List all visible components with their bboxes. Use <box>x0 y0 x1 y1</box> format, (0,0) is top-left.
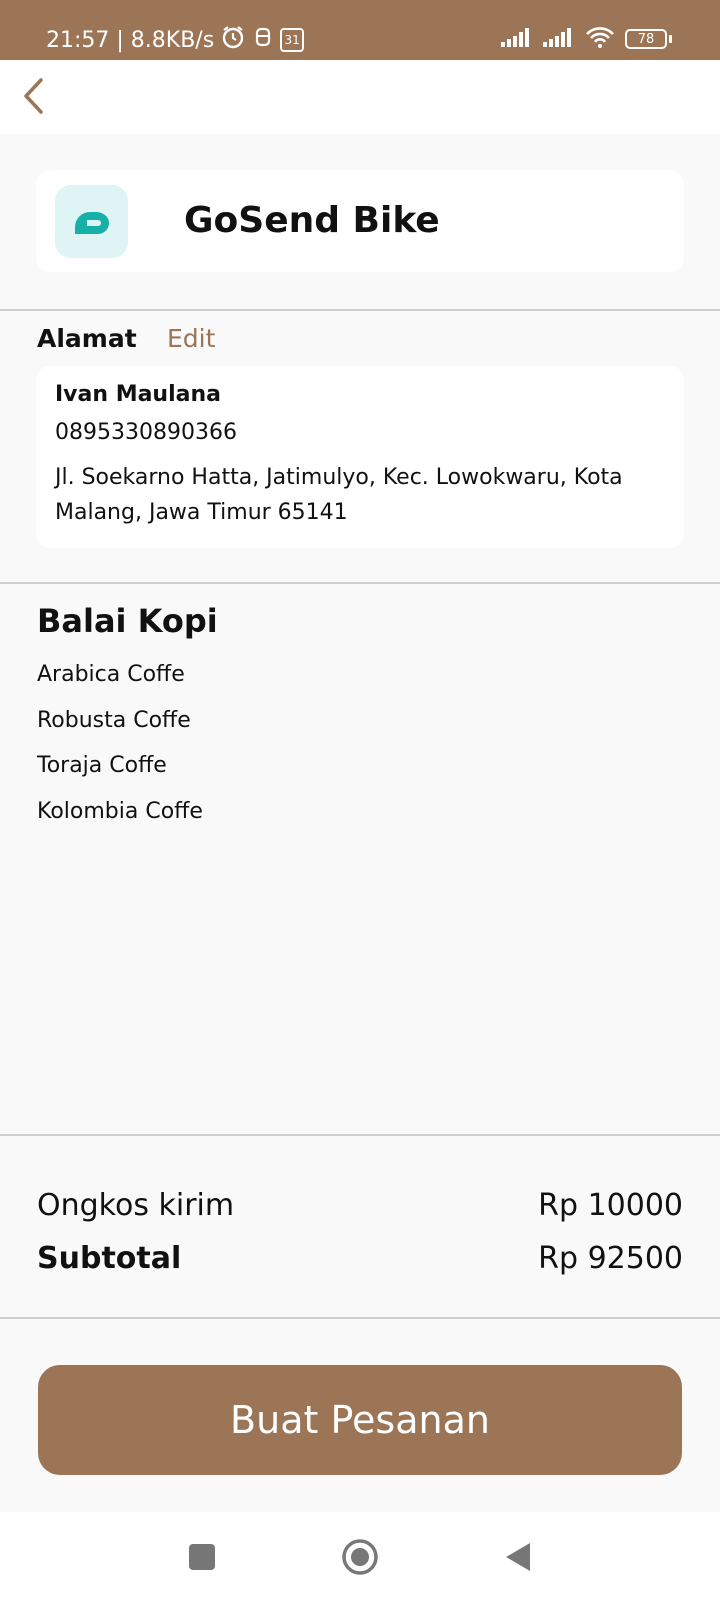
list-item: Toraja Coffe <box>37 753 167 778</box>
status-right: 78 <box>501 26 672 52</box>
status-left: 21:57 | 8.8KB/s 31 <box>46 24 305 56</box>
recents-button[interactable] <box>181 1536 223 1578</box>
divider <box>0 1134 720 1136</box>
divider <box>0 582 720 584</box>
address-line: Jl. Soekarno Hatta, Jatimulyo, Kec. Lowo… <box>55 465 623 525</box>
list-item: Robusta Coffe <box>37 707 191 733</box>
status-time-speed: 21:57 | 8.8KB/s <box>46 27 215 53</box>
chevron-left-icon <box>24 78 43 114</box>
battery-level: 78 <box>625 29 667 49</box>
list-item: Arabica Coffe <box>37 662 185 687</box>
subtotal-row: Subtotal Rp 92500 <box>37 1241 683 1276</box>
item-list: Arabica Coffe Robusta Coffe Toraja Coffe… <box>37 660 203 842</box>
shipping-label: Ongkos kirim <box>37 1188 235 1223</box>
back-button[interactable] <box>8 70 60 122</box>
calendar-icon: 31 <box>280 28 305 52</box>
battery-icon: 78 <box>625 29 672 49</box>
shipping-row: Ongkos kirim Rp 10000 <box>37 1188 683 1223</box>
gosend-logo-icon <box>55 185 128 258</box>
recipient-phone: 0895330890366 <box>55 420 237 445</box>
alarm-icon <box>220 24 246 56</box>
edit-address-link[interactable]: Edit <box>167 324 215 353</box>
address-card: Ivan Maulana 0895330890366 Jl. Soekarno … <box>36 366 684 548</box>
calendar-day: 31 <box>284 33 300 47</box>
divider <box>0 1317 720 1319</box>
signal-icon <box>543 27 575 51</box>
home-button[interactable] <box>339 1536 381 1578</box>
shop-name: Balai Kopi <box>37 602 218 640</box>
home-icon <box>342 1539 378 1575</box>
recipient-name: Ivan Maulana <box>55 382 221 407</box>
service-card: GoSend Bike <box>36 170 684 272</box>
back-nav-button[interactable] <box>497 1536 539 1578</box>
create-order-button[interactable]: Buat Pesanan <box>38 1365 682 1475</box>
signal-icon <box>501 27 533 51</box>
app-bar <box>0 60 720 134</box>
divider <box>0 309 720 311</box>
system-nav-bar <box>0 1512 720 1600</box>
recents-icon <box>189 1544 215 1570</box>
subtotal-label: Subtotal <box>37 1241 182 1276</box>
list-item: Kolombia Coffe <box>37 798 203 824</box>
shipping-value: Rp 10000 <box>538 1188 683 1223</box>
shield-icon <box>252 25 274 55</box>
status-bar: 21:57 | 8.8KB/s 31 78 <box>0 0 720 60</box>
wifi-icon <box>585 26 615 52</box>
address-title: Alamat <box>37 324 137 353</box>
subtotal-value: Rp 92500 <box>538 1241 683 1276</box>
back-icon <box>506 1543 530 1571</box>
service-name: GoSend Bike <box>184 200 440 241</box>
